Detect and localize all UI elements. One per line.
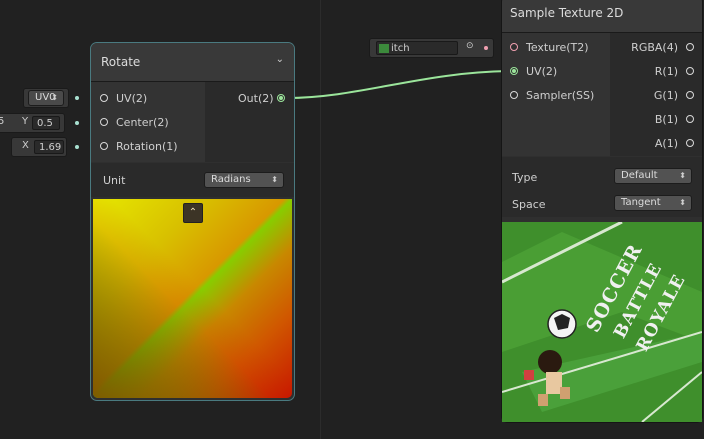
type-value: Default — [621, 170, 658, 181]
r-output-label: R(1) — [654, 65, 678, 78]
object-picker-icon[interactable]: ⊙ — [466, 41, 474, 51]
texture-asset-input[interactable]: itch — [376, 41, 458, 55]
rgba-output-label: RGBA(4) — [631, 41, 678, 54]
center-field[interactable]: 5 Y 0.5 — [0, 114, 64, 132]
type-label: Type — [512, 171, 538, 184]
rotate-center-label: Center(2) — [116, 116, 169, 129]
unit-dropdown[interactable]: Radians ⬍ — [204, 172, 284, 188]
g-output-label: G(1) — [653, 89, 678, 102]
dropdown-arrows-icon: ⬍ — [679, 198, 686, 207]
uv-input-port[interactable] — [510, 67, 518, 75]
rotate-uv-port[interactable] — [100, 94, 108, 102]
type-dropdown[interactable]: Default ⬍ — [614, 168, 692, 184]
rotate-center-port[interactable] — [100, 118, 108, 126]
rotation-input[interactable]: 1.69 — [34, 140, 64, 154]
chevron-up-icon: ⌃ — [188, 207, 198, 218]
b-output-label: B(1) — [654, 113, 678, 126]
rotate-node[interactable]: Rotate ⌄ UV(2) Center(2) Rotation(1) Out… — [91, 43, 294, 400]
b-output-port[interactable] — [686, 115, 694, 123]
uv-input-label: UV(2) — [526, 65, 558, 78]
rotate-rotation-label: Rotation(1) — [116, 140, 178, 153]
dropdown-arrows-icon: ⬍ — [51, 93, 58, 102]
sample-texture-preview: SOCCER BATTLE ROYALE — [502, 222, 702, 422]
space-value: Tangent — [621, 197, 661, 208]
unit-label: Unit — [103, 174, 126, 187]
rotate-out-port[interactable] — [277, 94, 285, 102]
collapse-preview-button[interactable]: ⌃ — [183, 203, 203, 223]
texture-field[interactable]: itch ⊙ — [370, 39, 493, 57]
texture-asset-name: itch — [391, 43, 410, 54]
sampler-input-label: Sampler(SS) — [526, 89, 595, 102]
texture-input-port[interactable] — [510, 43, 518, 51]
sample-texture-node-header[interactable]: Sample Texture 2D — [502, 0, 702, 33]
center-field-connector — [75, 121, 79, 125]
rotate-node-header[interactable]: Rotate ⌄ — [91, 43, 294, 82]
sample-texture-2d-node[interactable]: Sample Texture 2D Texture(T2) UV(2) Samp… — [502, 0, 702, 422]
uv-channel-dropdown[interactable]: UV0 ⬍ — [28, 90, 64, 106]
rotate-uv-label: UV(2) — [116, 92, 148, 105]
texture-thumbnail-icon — [379, 44, 389, 53]
space-dropdown[interactable]: Tangent ⬍ — [614, 195, 692, 211]
space-label: Space — [512, 198, 546, 211]
g-output-port[interactable] — [686, 91, 694, 99]
rotate-rotation-port[interactable] — [100, 142, 108, 150]
rotate-out-label: Out(2) — [238, 92, 274, 105]
uv-field-connector — [75, 96, 79, 100]
sampler-input-port[interactable] — [510, 91, 518, 99]
dropdown-arrows-icon: ⬍ — [679, 171, 686, 180]
rotation-field-connector — [75, 145, 79, 149]
rotation-field[interactable]: X 1.69 — [12, 138, 66, 156]
rgba-output-port[interactable] — [686, 43, 694, 51]
uv-channel-field[interactable]: UV0 ⬍ — [24, 89, 68, 107]
center-y-label: Y — [22, 116, 29, 127]
center-y-input[interactable]: 0.5 — [32, 116, 60, 130]
sample-texture-node-title: Sample Texture 2D — [510, 6, 624, 20]
center-x-partial: 5 — [0, 116, 5, 127]
a-output-label: A(1) — [654, 137, 678, 150]
r-output-port[interactable] — [686, 67, 694, 75]
dropdown-arrows-icon: ⬍ — [271, 175, 278, 184]
texture-field-connector — [484, 46, 488, 50]
chevron-down-icon[interactable]: ⌄ — [276, 54, 284, 65]
rotate-preview: ⌃ — [93, 199, 292, 398]
rotation-x-label: X — [22, 140, 29, 151]
unit-value: Radians — [211, 174, 251, 185]
rotate-node-title: Rotate — [101, 55, 141, 69]
texture-input-label: Texture(T2) — [526, 41, 589, 54]
a-output-port[interactable] — [686, 139, 694, 147]
preview-red-overlay — [93, 199, 292, 398]
